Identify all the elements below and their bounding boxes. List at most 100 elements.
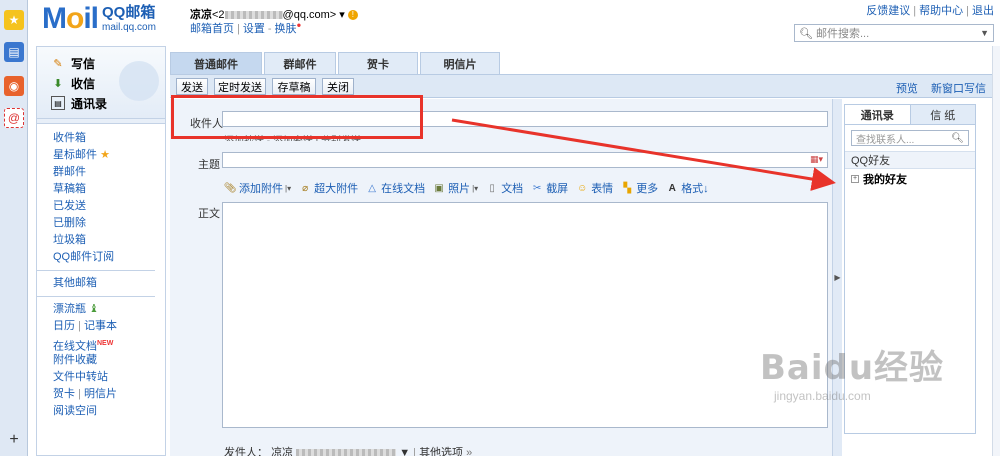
triangle-right-icon: ▶ [834,273,841,282]
app-cards: 贺卡 | 明信片 [53,388,117,400]
large-attachment-button[interactable]: ⌀ 超大附件 [299,180,358,196]
weibo-icon[interactable]: ◉ [4,76,24,96]
qq-mail-logo[interactable]: Moil QQ邮箱 mail.qq.com [42,4,156,34]
more-button[interactable]: ▚ 更多 [621,180,658,196]
sender-row: 发件人： 凉凉 ▼ | 其他选项 » [224,444,472,456]
grid-icon[interactable]: ▦▾ [810,154,823,165]
sender-label: 发件人： [224,447,268,456]
folder-drafts[interactable]: 草稿箱 [53,181,165,198]
preview-link[interactable]: 预览 [896,83,918,95]
contact-search-input[interactable]: 查找联系人... 🔍︎ [851,130,969,146]
masked-sender-email [296,449,397,456]
compose-tabs: 普通邮件 群邮件 贺卡 明信片 [170,52,502,76]
add-attachment-button[interactable]: 📎︎ 添加附件 |▾ [224,180,291,196]
logo-title: QQ邮箱 [102,4,156,21]
link-help[interactable]: 帮助中心 [919,5,963,17]
paperclip-icon: 📎︎ [223,182,237,194]
document-icon: ▯ [489,182,495,194]
link-cards[interactable]: 贺卡 [53,388,75,400]
emoji-button[interactable]: ☺ 表情 [576,180,613,196]
link-calendar[interactable]: 日历 [53,320,75,332]
app-file-transfer[interactable]: 文件中转站 [53,369,165,386]
contact-group-header: QQ好友 [845,151,975,169]
large-clip-icon: ⌀ [302,182,309,194]
app-online-docs[interactable]: 在线文档NEW [53,335,165,353]
add-app-button[interactable]: + [4,430,24,450]
warning-icon[interactable]: ! [347,10,358,21]
contact-group-my-friends[interactable]: + 我的好友 [845,169,975,189]
logo-url: mail.qq.com [102,22,156,33]
app-reading-space[interactable]: 阅读空间 [53,403,165,420]
app-attachments[interactable]: 附件收藏 [53,352,165,369]
search-icon[interactable]: 🔍︎ [951,133,964,144]
send-button[interactable]: 发送 [176,78,208,95]
star-icon[interactable]: ★ [4,10,24,30]
tab-stationery[interactable]: 信 纸 [911,105,976,124]
tab-group-mail[interactable]: 群邮件 [264,52,336,74]
screenshot-button[interactable]: ✂ 截屏 [531,180,568,196]
contact-search-placeholder: 查找联系人... [856,134,915,146]
chevron-down-icon[interactable]: » [466,447,472,456]
annotation-highlight-box [171,95,423,139]
app-drift-bottle[interactable]: 漂流瓶 ♝ [53,301,165,318]
link-settings[interactable]: 设置 [243,23,265,35]
smiley-icon: ☺ [577,182,588,194]
search-placeholder: 邮件搜索... [815,28,870,40]
link-postcards[interactable]: 明信片 [84,388,117,400]
link-notebook[interactable]: 记事本 [84,320,117,332]
chevron-down-icon[interactable]: ▼ [980,28,989,38]
folder-other-mailboxes[interactable]: 其他邮箱 [53,275,165,292]
note-icon[interactable]: ▤ [4,42,24,62]
penguin-decoration-icon [119,61,159,101]
address-book-icon: ▤ [51,96,65,110]
subject-field[interactable]: ▦▾ [222,152,828,168]
page-scrollbar[interactable] [992,46,1000,456]
header: Moil QQ邮箱 mail.qq.com 凉凉<2 @qq.com> ▾ ! 邮… [28,0,1000,46]
pencil-icon: ✎ [53,57,63,70]
format-button[interactable]: A 格式↓ [666,180,709,196]
save-draft-button[interactable]: 存草稿 [272,78,316,95]
tab-cards[interactable]: 贺卡 [338,52,418,74]
link-home[interactable]: 邮箱首页 [190,23,234,35]
folder-sent[interactable]: 已发送 [53,198,165,215]
folder-inbox[interactable]: 收件箱 [53,130,165,147]
logo-wordmark: Moil [42,2,99,35]
new-window-link[interactable]: 新窗口写信 [931,83,986,95]
masked-email [224,11,283,20]
tab-postcards[interactable]: 明信片 [420,52,500,74]
body-editor[interactable] [222,202,828,428]
expand-icon: + [851,175,859,183]
toolbar-right-links: 预览 新窗口写信 [886,80,986,96]
folder-spam[interactable]: 垃圾箱 [53,232,165,249]
scissors-icon: ✂ [532,182,542,194]
online-doc-button[interactable]: △ 在线文档 [366,180,425,196]
link-logout[interactable]: 退出 [972,5,994,17]
sender-dropdown-icon[interactable]: ▼ [399,447,410,456]
tab-normal-mail[interactable]: 普通邮件 [170,52,262,74]
close-button[interactable]: 关闭 [322,78,354,95]
folder-starred[interactable]: 星标邮件 ★ [53,147,165,164]
document-button[interactable]: ▯ 文档 [486,180,523,196]
search-icon: 🔍︎ [799,27,813,40]
sender-name: 凉凉 [271,447,294,456]
cloud-doc-icon: △ [368,182,376,194]
folder-group-mail[interactable]: 群邮件 [53,164,165,181]
folder-subscriptions[interactable]: QQ邮件订阅 [53,249,165,266]
link-skin[interactable]: 换肤 [275,23,297,35]
scheduled-send-button[interactable]: 定时发送 [214,78,266,95]
tab-contacts[interactable]: 通讯录 [845,105,911,124]
more-grid-icon: ▚ [623,182,632,194]
mail-search-input[interactable]: 🔍︎ 邮件搜索... ▼ [794,24,994,42]
star-icon: ★ [100,149,110,161]
account-dropdown-icon[interactable]: ▾ [339,9,345,21]
font-format-icon: A [668,182,676,194]
folder-deleted[interactable]: 已删除 [53,215,165,232]
link-feedback[interactable]: 反馈建议 [866,5,910,17]
photo-button[interactable]: ▣ 照片 |▾ [433,180,478,196]
at-icon[interactable]: @ [4,108,24,128]
header-links: 邮箱首页 | 设置 - 换肤● [190,20,302,35]
app-rail: ★ ▤ ◉ @ + [0,0,28,456]
bottle-icon: ♝ [89,303,99,315]
other-options-link[interactable]: 其他选项 [419,447,463,456]
photo-icon: ▣ [434,182,444,194]
